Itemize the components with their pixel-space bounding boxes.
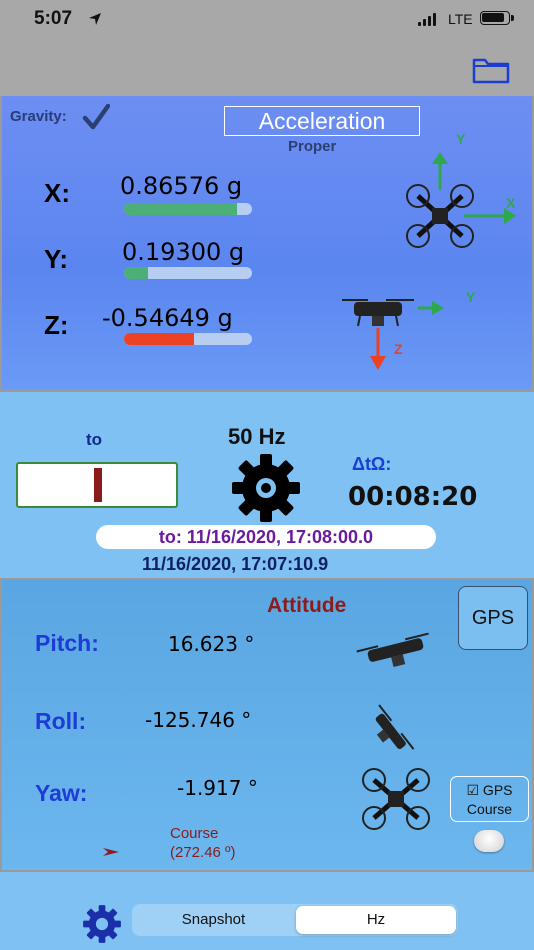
drone-pitch-icon: [356, 632, 429, 668]
status-bar: 5:07 LTE: [0, 0, 534, 96]
sample-rate-label: 50 Hz: [228, 424, 286, 449]
drone-side-view-icon: [342, 299, 414, 327]
axis-z-value: -0.54649 g: [102, 304, 233, 332]
battery-icon: [480, 11, 510, 25]
course-label: Course: [170, 825, 219, 842]
pitch-value: 16.623 °: [168, 632, 255, 656]
roll-value: -125.746 °: [145, 708, 252, 732]
recording-control-panel: to 50 Hz ΔtΩ: 00:08:20 to: 11/16/2020, 1…: [0, 392, 534, 578]
gravity-label: Gravity:: [10, 108, 67, 125]
acceleration-panel: Gravity: Acceleration Proper X: 0.86576 …: [2, 96, 532, 389]
course-toggle-knob[interactable]: [474, 830, 504, 852]
gear-icon[interactable]: [230, 452, 302, 524]
gps-course-toggle[interactable]: ☑ GPS Course: [450, 776, 529, 822]
axis-x-bar: [124, 203, 252, 215]
side-y-axis-label: Y: [466, 289, 476, 305]
axis-x-label: X:: [44, 178, 70, 208]
axis-x-bar-fill: [124, 203, 237, 215]
axis-z-label: Z:: [44, 310, 69, 340]
location-arrow-icon: [89, 13, 101, 25]
top-y-axis-label: Y: [456, 131, 466, 147]
network-type: LTE: [448, 11, 473, 27]
yaw-label: Yaw:: [35, 780, 88, 806]
time-scrubber-slider[interactable]: [16, 462, 178, 508]
signal-icon: [418, 12, 442, 26]
attitude-panel: Attitude GPS Pitch: 16.623 ° Roll: -125.…: [2, 580, 532, 870]
segment-hz[interactable]: Hz: [296, 906, 456, 934]
drone-yaw-icon: [362, 768, 430, 830]
drone-top-view-icon: [406, 184, 474, 248]
battery-tip: [511, 15, 514, 21]
drone-side-view-diagram: Y Z: [342, 289, 476, 370]
elapsed-time-value: 00:08:20: [348, 482, 478, 512]
segment-snapshot[interactable]: Snapshot: [132, 904, 295, 936]
mode-segmented-control: Snapshot Hz: [132, 904, 458, 936]
side-z-axis-label: Z: [394, 341, 403, 357]
to-label: to: [86, 430, 103, 449]
top-x-axis-label: X: [506, 195, 516, 211]
axis-y-label: Y:: [44, 244, 69, 274]
course-readout: Course (272.46 º): [170, 824, 236, 862]
settings-gear-icon[interactable]: [82, 904, 122, 944]
gravity-checkmark-icon[interactable]: [82, 104, 110, 130]
course-value: (272.46 º): [170, 844, 236, 861]
course-heading-arrow-icon: [103, 848, 119, 856]
drone-roll-icon: [375, 704, 415, 750]
pitch-label: Pitch:: [35, 630, 99, 656]
axis-z-bar-fill: [124, 333, 195, 345]
time-scrubber-thumb[interactable]: [94, 468, 102, 502]
roll-label: Roll:: [35, 708, 87, 734]
axis-z-bar: [124, 333, 252, 345]
folder-icon[interactable]: [472, 56, 510, 84]
axis-x-value: 0.86576 g: [120, 172, 243, 200]
axis-y-value: 0.19300 g: [122, 238, 245, 266]
axis-y-bar: [124, 267, 252, 279]
drone-top-view-diagram: Y X: [406, 131, 516, 248]
to-timestamp-badge: to: 11/16/2020, 17:08:00.0: [96, 525, 436, 549]
acceleration-subtitle: Proper: [288, 138, 337, 155]
elapsed-time-label: ΔtΩ:: [352, 454, 392, 474]
gps-course-line1: ☑ GPS: [466, 782, 513, 798]
bottom-toolbar: Snapshot Hz: [0, 872, 534, 950]
gps-course-line2: Course: [466, 801, 513, 817]
acceleration-title-button[interactable]: Acceleration: [224, 106, 420, 136]
gps-button[interactable]: GPS: [458, 586, 528, 650]
yaw-value: -1.917 °: [177, 776, 258, 800]
status-time: 5:07: [34, 8, 73, 29]
axis-y-bar-fill: [124, 267, 149, 279]
attitude-title: Attitude: [267, 594, 347, 617]
current-timestamp: 11/16/2020, 17:07:10.9: [142, 554, 329, 574]
